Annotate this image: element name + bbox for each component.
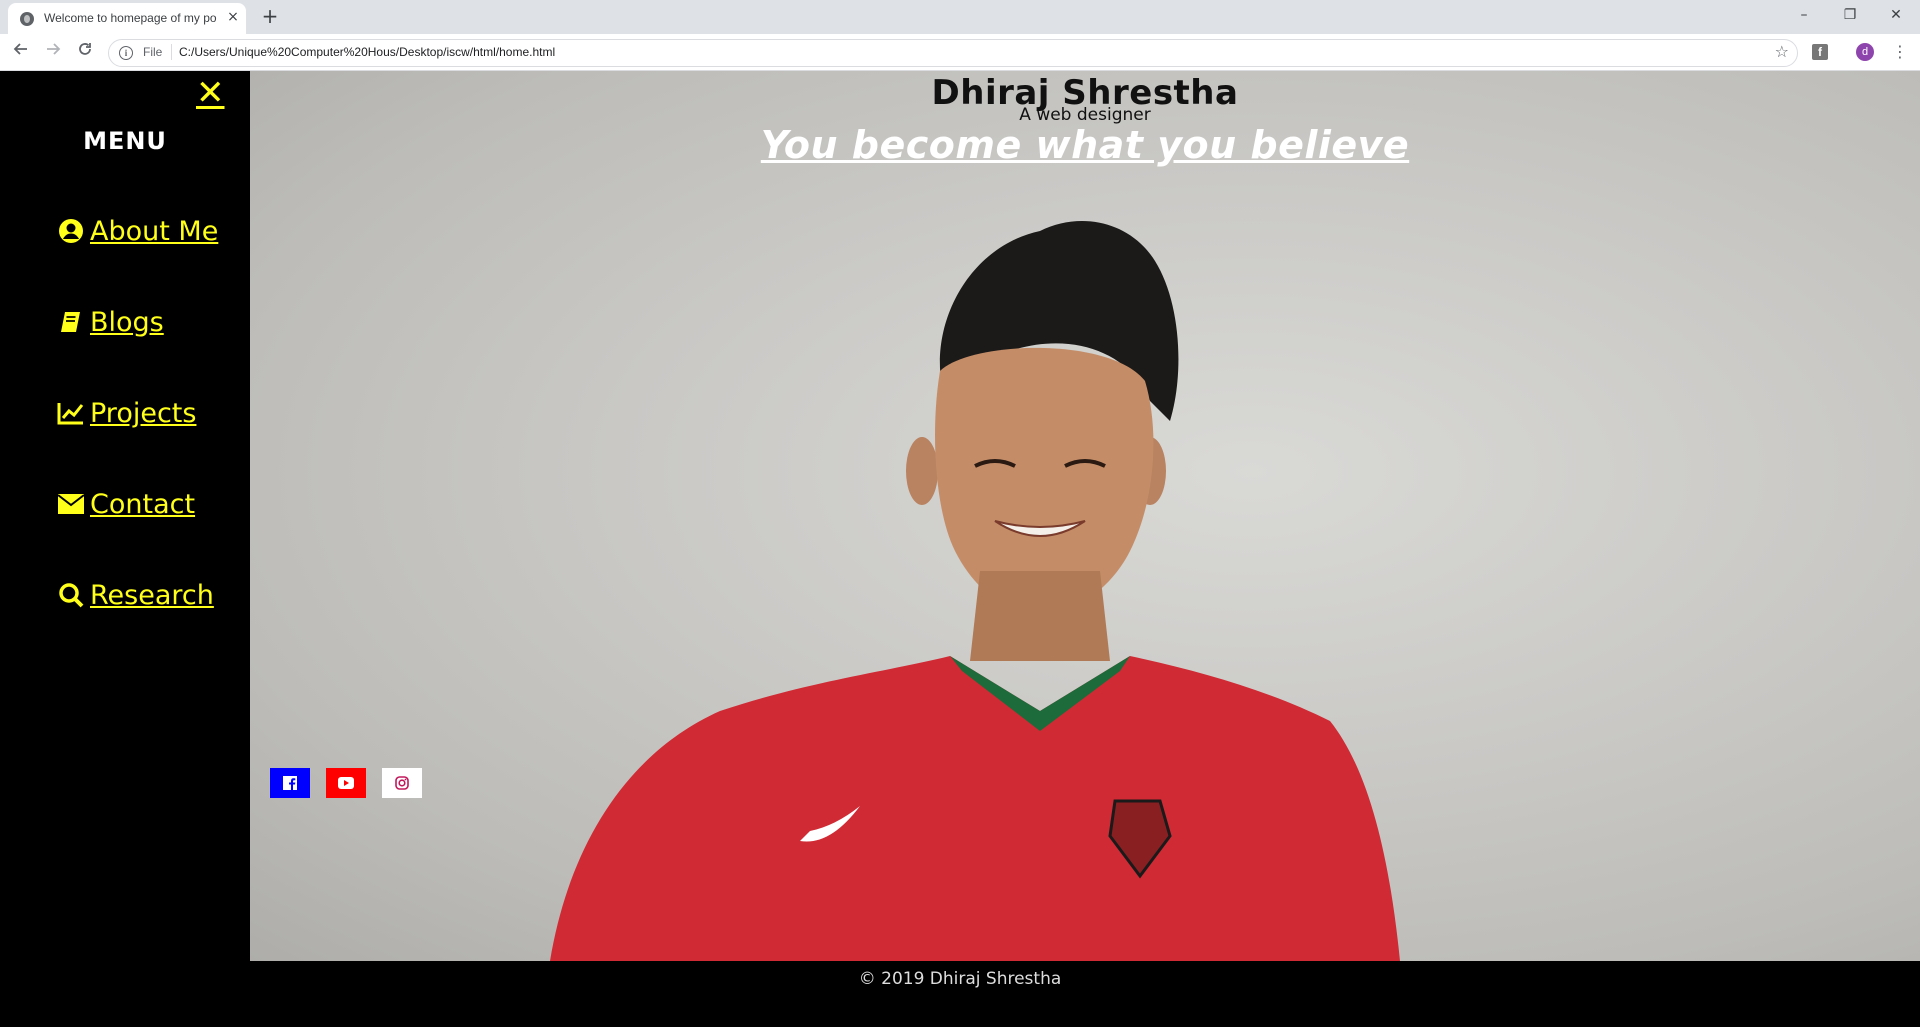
sidebar-item-label: Research [90,579,214,611]
facebook-extension-icon[interactable]: f [1812,44,1828,60]
profile-avatar[interactable]: d [1856,43,1874,61]
info-icon[interactable]: i [119,46,133,60]
line-chart-icon [56,398,86,428]
browser-menu-icon[interactable]: ⋮ [1892,40,1908,64]
sidebar-item-label: Contact [90,488,196,520]
footer: © 2019 Dhiraj Shrestha [250,961,1920,1027]
youtube-icon [338,777,354,789]
sidebar-item-label: Blogs [90,306,164,338]
sidebar-item-projects[interactable]: Projects [56,395,196,431]
facebook-icon [283,776,297,790]
browser-tab[interactable]: Welcome to homepage of my po × [8,3,246,34]
window-close-button[interactable]: ✕ [1876,2,1916,28]
search-icon [56,580,86,610]
tab-title: Welcome to homepage of my po [44,11,217,25]
browser-tab-strip: Welcome to homepage of my po × + – ❐ ✕ [0,0,1920,34]
close-menu-icon[interactable]: ✕ [196,76,225,110]
address-separator [171,44,172,60]
hero-quote[interactable]: You become what you believe [250,123,1920,167]
instagram-icon [395,776,409,790]
minimize-button[interactable]: – [1784,2,1824,28]
instagram-link[interactable] [382,768,422,798]
page-viewport: ✕ MENU About Me Blogs Projects Contact R… [0,71,1920,1027]
copyright-text: © 2019 Dhiraj Shrestha [858,969,1062,989]
user-circle-icon [56,216,86,246]
envelope-icon [56,489,86,519]
hero-subtitle: A web designer [1019,105,1151,125]
sidebar-item-about-me[interactable]: About Me [56,213,218,249]
hero-section: Dhiraj Shrestha A web designer You becom… [250,71,1920,961]
book-icon [56,307,86,337]
sidebar-item-label: Projects [90,397,197,429]
arrow-left-icon [13,43,27,55]
tab-close-button[interactable]: × [224,8,242,26]
new-tab-button[interactable]: + [258,4,282,28]
globe-icon [20,12,34,26]
sidebar-item-contact[interactable]: Contact [56,486,195,522]
back-button[interactable] [8,40,34,64]
address-bar[interactable]: i File C:/Users/Unique%20Computer%20Hous… [108,39,1798,67]
bookmark-star-icon[interactable]: ☆ [1775,42,1789,61]
address-scheme: File [143,45,163,59]
sidebar-item-label: About Me [90,215,219,247]
reload-icon [79,43,91,55]
arrow-right-icon [47,43,61,55]
reload-button[interactable] [72,40,98,64]
sidebar-item-research[interactable]: Research [56,577,214,613]
profile-photo [550,221,1400,961]
address-url[interactable]: C:/Users/Unique%20Computer%20Hous/Deskto… [179,45,555,59]
forward-button[interactable] [40,40,66,64]
youtube-link[interactable] [326,768,366,798]
restore-button[interactable]: ❐ [1830,2,1870,28]
facebook-link[interactable] [270,768,310,798]
browser-toolbar: i File C:/Users/Unique%20Computer%20Hous… [0,34,1920,71]
sidebar-menu: ✕ MENU About Me Blogs Projects Contact R… [0,71,250,961]
sidebar-item-blogs[interactable]: Blogs [56,304,164,340]
menu-title: MENU [83,127,167,155]
